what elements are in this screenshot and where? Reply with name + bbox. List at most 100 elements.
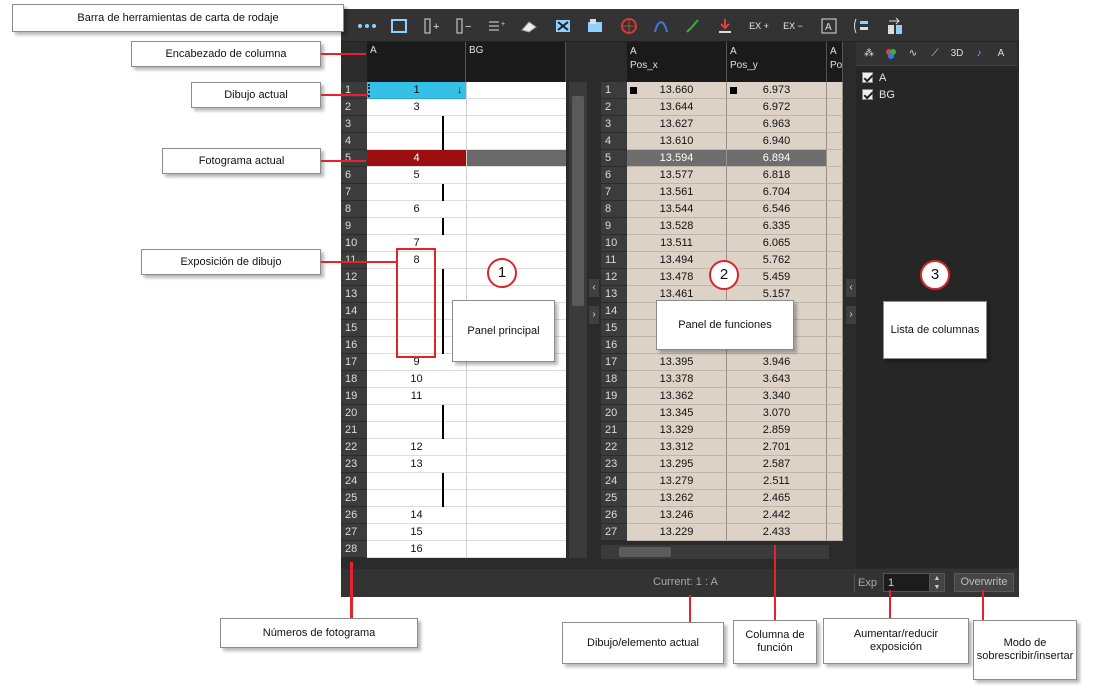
xsheet-cell-bg[interactable] <box>466 524 566 541</box>
function-cell-pos[interactable] <box>827 405 843 422</box>
function-frame-number[interactable]: 14 <box>601 303 627 320</box>
text-icon[interactable]: A <box>817 15 841 37</box>
function-cell-pos[interactable] <box>827 524 843 541</box>
expand-function-icon[interactable]: › <box>846 306 856 324</box>
xsheet-cell-a[interactable] <box>367 218 466 235</box>
frame-number[interactable]: 23 <box>341 456 367 473</box>
function-cell-pos[interactable] <box>827 456 843 473</box>
onion-skin-icon[interactable] <box>617 15 641 37</box>
add-frames-icon[interactable]: + <box>485 15 509 37</box>
delete-drawing-icon[interactable] <box>551 15 575 37</box>
function-cell-pos-y[interactable]: 3.070 <box>727 405 827 422</box>
function-cell-pos-y[interactable]: 2.701 <box>727 439 827 456</box>
frame-number[interactable]: 6 <box>341 167 367 184</box>
function-frame-number[interactable]: 17 <box>601 354 627 371</box>
frame-number[interactable]: 20 <box>341 405 367 422</box>
function-cell-pos-x[interactable]: 13.229 <box>627 524 727 541</box>
function-cell-pos[interactable] <box>827 201 843 218</box>
xsheet-cell-a[interactable] <box>367 490 466 507</box>
frame-number[interactable]: 27 <box>341 524 367 541</box>
xsheet-cell-bg[interactable] <box>466 167 566 184</box>
function-cell-pos-y[interactable]: 3.340 <box>727 388 827 405</box>
column-list-item-bg[interactable]: BG <box>862 87 895 103</box>
frame-number[interactable]: 19 <box>341 388 367 405</box>
function-frame-number[interactable]: 21 <box>601 422 627 439</box>
xsheet-cell-a[interactable] <box>367 184 466 201</box>
function-cell-pos[interactable] <box>827 337 843 354</box>
frame-number[interactable]: 26 <box>341 507 367 524</box>
brush-icon[interactable]: ⟋ <box>925 45 945 63</box>
function-cell-pos-y[interactable]: 2.442 <box>727 507 827 524</box>
xsheet-cell-bg[interactable] <box>466 490 566 507</box>
function-cell-pos-x[interactable]: 13.528 <box>627 218 727 235</box>
function-cell-pos-x[interactable]: 13.644 <box>627 99 727 116</box>
function-frame-number[interactable]: 12 <box>601 269 627 286</box>
frame-number[interactable]: 21 <box>341 422 367 439</box>
function-cell-pos-y[interactable]: 5.762 <box>727 252 827 269</box>
function-cell-pos[interactable] <box>827 82 843 99</box>
function-ease-icon[interactable] <box>681 15 705 37</box>
checkbox-a[interactable] <box>862 72 873 83</box>
function-frame-number[interactable]: 3 <box>601 116 627 133</box>
frame-number[interactable]: 17 <box>341 354 367 371</box>
frame-number[interactable]: 22 <box>341 439 367 456</box>
checkbox-bg[interactable] <box>862 89 873 100</box>
xsheet-cell-bg[interactable] <box>466 116 566 133</box>
add-column-icon[interactable]: + <box>421 15 445 37</box>
function-frame-number[interactable]: 2 <box>601 99 627 116</box>
xsheet-cell-bg[interactable] <box>466 456 566 473</box>
function-cell-pos-x[interactable]: 13.312 <box>627 439 727 456</box>
move-right-icon[interactable] <box>883 15 907 37</box>
function-cell-pos[interactable] <box>827 116 843 133</box>
function-cell-pos[interactable] <box>827 252 843 269</box>
3d-tab[interactable]: 3D <box>947 45 967 63</box>
frame-number[interactable]: 1 <box>341 82 367 99</box>
xsheet-cell-a[interactable] <box>367 405 466 422</box>
function-cell-pos[interactable] <box>827 133 843 150</box>
function-frame-number[interactable]: 19 <box>601 388 627 405</box>
function-horizontal-scrollbar[interactable] <box>601 545 829 559</box>
delete-column-icon[interactable]: − <box>453 15 477 37</box>
insert-keyframe-icon[interactable] <box>849 15 873 37</box>
menu-icon[interactable] <box>355 15 379 37</box>
xsheet-cell-bg[interactable] <box>466 99 566 116</box>
xsheet-cell-bg[interactable] <box>466 218 566 235</box>
increase-exposure-icon[interactable]: EX + <box>747 15 771 37</box>
xsheet-cell-bg[interactable] <box>466 184 566 201</box>
frame-number[interactable]: 9 <box>341 218 367 235</box>
function-column-header-pos-x[interactable]: A Pos_x <box>627 42 727 82</box>
curve-icon[interactable]: ∿ <box>903 45 923 63</box>
frame-number[interactable]: 14 <box>341 303 367 320</box>
function-cell-pos[interactable] <box>827 473 843 490</box>
function-cell-pos-x[interactable]: 13.279 <box>627 473 727 490</box>
function-cell-pos[interactable] <box>827 320 843 337</box>
function-cell-pos-x[interactable]: 13.246 <box>627 507 727 524</box>
function-cell-pos-y[interactable]: 3.643 <box>727 371 827 388</box>
function-cell-pos-y[interactable]: 6.972 <box>727 99 827 116</box>
function-cell-pos-y[interactable]: 2.511 <box>727 473 827 490</box>
xsheet-cell-bg[interactable] <box>466 133 566 150</box>
xsheet-cell-a[interactable]: 3 <box>367 99 466 116</box>
function-bezier-icon[interactable] <box>649 15 673 37</box>
function-frame-number[interactable]: 9 <box>601 218 627 235</box>
show-thumbnails-icon[interactable] <box>387 15 411 37</box>
xsheet-cell-a[interactable]: 16 <box>367 541 466 558</box>
function-cell-pos[interactable] <box>827 184 843 201</box>
function-cell-pos-y[interactable]: 6.818 <box>727 167 827 184</box>
function-cell-pos-y[interactable]: 6.546 <box>727 201 827 218</box>
frame-number[interactable]: 12 <box>341 269 367 286</box>
function-frame-number[interactable]: 22 <box>601 439 627 456</box>
xsheet-cell-a[interactable]: 15 <box>367 524 466 541</box>
main-vertical-scrollbar[interactable] <box>569 82 587 558</box>
frame-number[interactable]: 15 <box>341 320 367 337</box>
sound-icon[interactable]: ♪ <box>969 45 989 63</box>
function-frame-number[interactable]: 13 <box>601 286 627 303</box>
function-cell-pos-x[interactable]: 13.378 <box>627 371 727 388</box>
function-frame-number[interactable]: 8 <box>601 201 627 218</box>
function-cell-pos-y[interactable]: 6.973 <box>727 82 827 99</box>
frame-number[interactable]: 8 <box>341 201 367 218</box>
import-icon[interactable] <box>713 15 737 37</box>
eraser-icon[interactable] <box>517 15 541 37</box>
xsheet-cell-bg[interactable] <box>466 371 566 388</box>
xsheet-cell-a[interactable] <box>367 473 466 490</box>
